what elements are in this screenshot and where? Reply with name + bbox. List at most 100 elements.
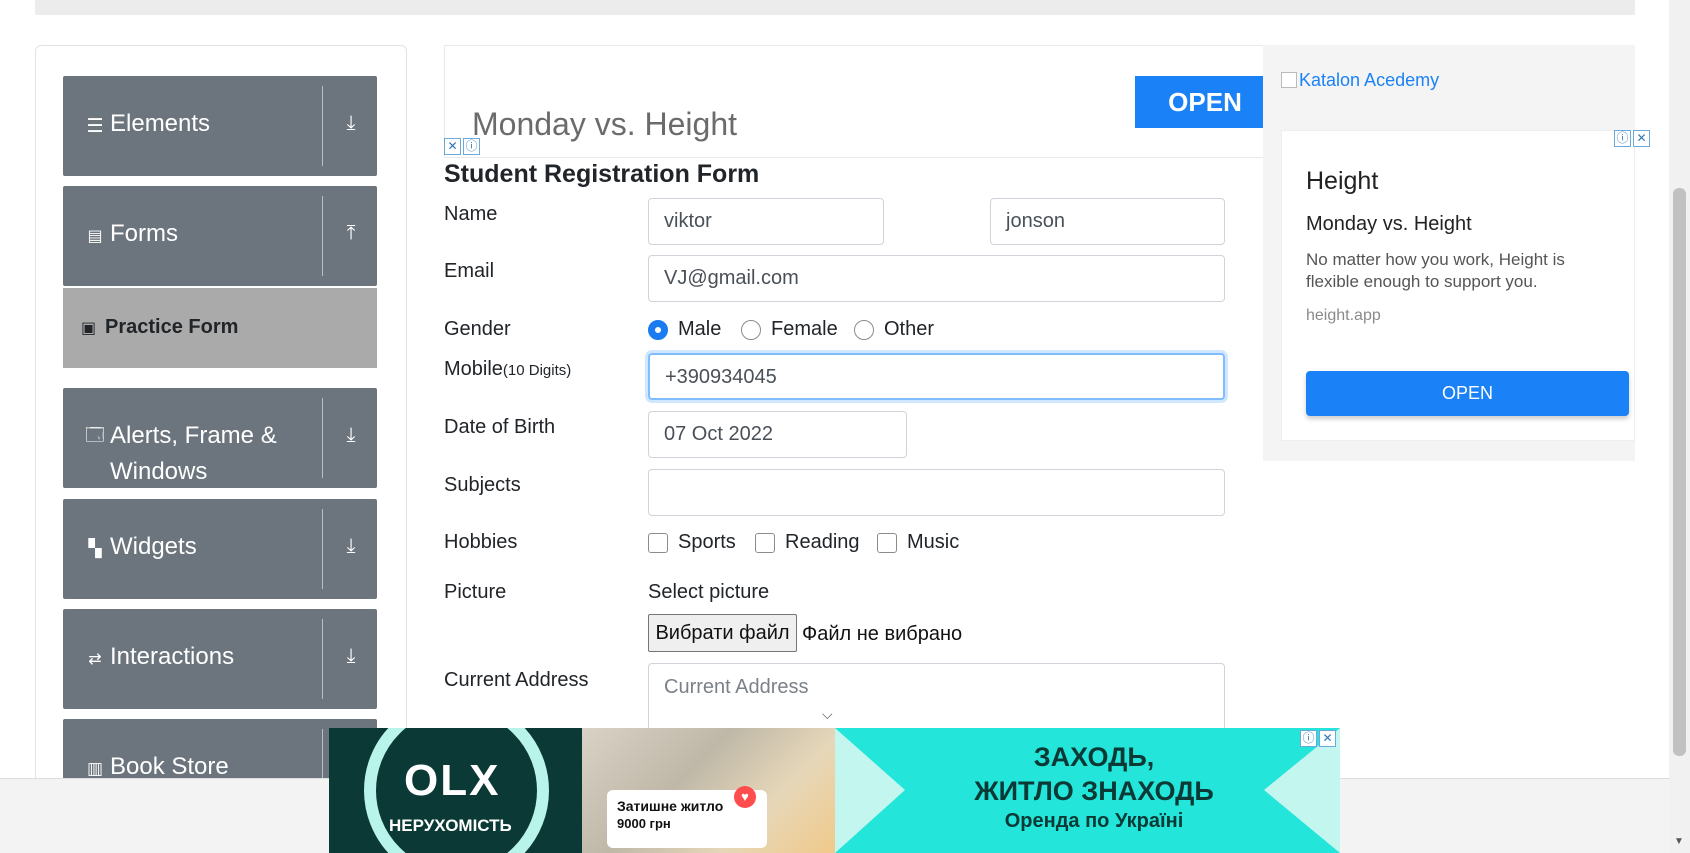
- info-icon[interactable]: ⓘ: [463, 138, 480, 155]
- chevron-down-icon: ⌵: [822, 706, 833, 722]
- sidebar-group-label: Alerts, Frame &: [110, 422, 277, 449]
- interactions-icon: ⇄: [88, 651, 102, 668]
- olx-logo-subtitle: НЕРУХОМІСТЬ: [389, 816, 512, 835]
- sidebar-group-widgets[interactable]: ▚ Widgets ⤓: [63, 499, 377, 599]
- katalon-academy-link[interactable]: Katalon Acedemy: [1281, 70, 1439, 91]
- header-banner-strip: [35, 0, 1635, 15]
- radio-button[interactable]: [854, 319, 874, 340]
- info-icon[interactable]: ⓘ: [1300, 730, 1317, 747]
- radio-label: Other: [884, 318, 935, 340]
- sidebar-item-label: Practice Form: [105, 316, 239, 338]
- gender-radio-male[interactable]: Male: [648, 318, 721, 341]
- mobile-label-text: Mobile: [444, 358, 503, 380]
- mobile-label: Mobile(10 Digits): [444, 358, 571, 381]
- radio-button[interactable]: [648, 319, 668, 340]
- checkbox[interactable]: [877, 532, 897, 553]
- sidebar-group-elements[interactable]: ☰ Elements ⤓: [63, 76, 377, 176]
- close-icon[interactable]: ✕: [1319, 730, 1336, 747]
- olx-logo-panel: OLX НЕРУХОМІСТЬ: [329, 728, 582, 853]
- listing-price: 9000 грн: [617, 816, 671, 831]
- katalon-academy-link-text: Katalon Acedemy: [1299, 70, 1440, 90]
- close-icon[interactable]: ✕: [1633, 130, 1650, 147]
- download-arrow-icon: ⤓: [346, 424, 356, 446]
- hobbies-label: Hobbies: [444, 531, 518, 553]
- form-title: Student Registration Form: [444, 160, 760, 188]
- checkbox-label: Sports: [678, 531, 736, 553]
- radio-button[interactable]: [741, 319, 761, 340]
- download-arrow-icon: ⤓: [346, 112, 356, 134]
- choose-file-button[interactable]: Вибрати файл: [648, 614, 797, 652]
- radio-label: Female: [771, 318, 838, 340]
- picture-label: Picture: [444, 581, 507, 603]
- date-of-birth-input[interactable]: 07 Oct 2022: [648, 411, 907, 458]
- sidebar-item-practice-form[interactable]: ▣ Practice Form: [63, 288, 377, 368]
- widgets-icon: ▚: [88, 539, 102, 558]
- name-label: Name: [444, 203, 498, 225]
- scroll-down-icon[interactable]: ▼: [1674, 836, 1684, 847]
- top-ad[interactable]: Monday vs. Height OPEN: [444, 45, 1275, 158]
- broken-image-icon: [1281, 72, 1297, 88]
- html5-icon: ▣: [81, 320, 97, 337]
- gender-radio-other[interactable]: Other: [854, 318, 934, 341]
- subjects-input[interactable]: [648, 469, 1225, 516]
- ad-open-button[interactable]: OPEN: [1306, 371, 1629, 416]
- sidebar-group-label: Interactions: [110, 643, 235, 670]
- hobby-checkbox-reading[interactable]: Reading: [755, 531, 860, 554]
- divider: [322, 196, 323, 276]
- email-input[interactable]: VJ@gmail.com: [648, 255, 1225, 302]
- height-ad[interactable]: Height Monday vs. Height No matter how y…: [1281, 130, 1635, 441]
- sidebar-group-label: Elements: [110, 110, 211, 137]
- ad-body: No matter how you work, Height is flexib…: [1306, 250, 1565, 291]
- radio-label: Male: [678, 318, 722, 340]
- banner-line-1: ЗАХОДЬ,: [1033, 742, 1155, 772]
- chevron-decoration: [835, 728, 905, 853]
- sidebar-group-alerts-frame-windows[interactable]: 🗔 Alerts, Frame & Windows ⤓: [63, 388, 377, 488]
- ad-title: Height: [1306, 167, 1379, 195]
- gender-radio-female[interactable]: Female: [741, 318, 838, 341]
- sidebar: ☰ Elements ⤓ ▤ Forms ⤒ ▣ Practice Form 🗔…: [35, 45, 407, 805]
- mobile-input[interactable]: +390934045: [648, 353, 1225, 400]
- sidebar-group-label: Widgets: [110, 533, 197, 560]
- gender-label: Gender: [444, 318, 511, 340]
- checkbox-label: Music: [907, 531, 960, 553]
- ad-subtitle: Monday vs. Height: [1306, 213, 1472, 235]
- checkbox-label: Reading: [785, 531, 860, 553]
- last-name-input[interactable]: jonson: [990, 198, 1225, 245]
- divider: [322, 86, 323, 166]
- divider: [322, 398, 323, 478]
- books-icon: ▥: [86, 759, 104, 778]
- checkbox[interactable]: [755, 532, 775, 553]
- ad-headline: Monday vs. Height: [472, 106, 738, 142]
- ad-choices[interactable]: ⓘ ✕: [1300, 730, 1336, 747]
- checkbox[interactable]: [648, 532, 668, 553]
- sidebar-group-label-line2: Windows: [110, 458, 208, 485]
- first-name-input[interactable]: viktor: [648, 198, 884, 245]
- banner-text: ЗАХОДЬ, ЖИТЛО ЗНАХОДЬ Оренда по Україні: [949, 740, 1239, 833]
- scrollbar[interactable]: ▼: [1669, 0, 1690, 853]
- ad-open-button[interactable]: OPEN: [1135, 76, 1275, 128]
- email-label: Email: [444, 260, 495, 282]
- close-icon[interactable]: ✕: [444, 138, 461, 155]
- sidebar-group-interactions[interactable]: ⇄ Interactions ⤓: [63, 609, 377, 709]
- heart-icon: ♥: [734, 786, 756, 808]
- select-picture-label: Select picture: [648, 581, 770, 603]
- upload-arrow-icon: ⤒: [346, 222, 356, 244]
- ad-choices[interactable]: ✕ ⓘ: [444, 138, 480, 155]
- divider: [322, 509, 323, 589]
- banner-line-2: ЖИТЛО ЗНАХОДЬ: [974, 776, 1214, 806]
- ad-choices[interactable]: ⓘ ✕: [1614, 130, 1650, 147]
- mobile-hint: (10 Digits): [502, 362, 572, 379]
- bottom-banner-ad[interactable]: OLX НЕРУХОМІСТЬ Затишне житло 9000 грн ♥…: [329, 728, 1340, 853]
- hobby-checkbox-music[interactable]: Music: [877, 531, 959, 554]
- right-ad[interactable]: Katalon Acedemy Height Monday vs. Height…: [1263, 45, 1635, 461]
- info-icon[interactable]: ⓘ: [1614, 130, 1631, 147]
- sidebar-group-label: Forms: [110, 220, 178, 247]
- download-arrow-icon: ⤓: [346, 535, 356, 557]
- scrollbar-thumb[interactable]: [1673, 188, 1686, 756]
- sidebar-group-forms[interactable]: ▤ Forms ⤒: [63, 186, 377, 286]
- banner-photo: Затишне житло 9000 грн ♥: [582, 728, 835, 853]
- date-of-birth-label: Date of Birth: [444, 416, 556, 438]
- divider: [322, 619, 323, 699]
- hobby-checkbox-sports[interactable]: Sports: [648, 531, 736, 554]
- window-icon: 🗔: [85, 425, 105, 445]
